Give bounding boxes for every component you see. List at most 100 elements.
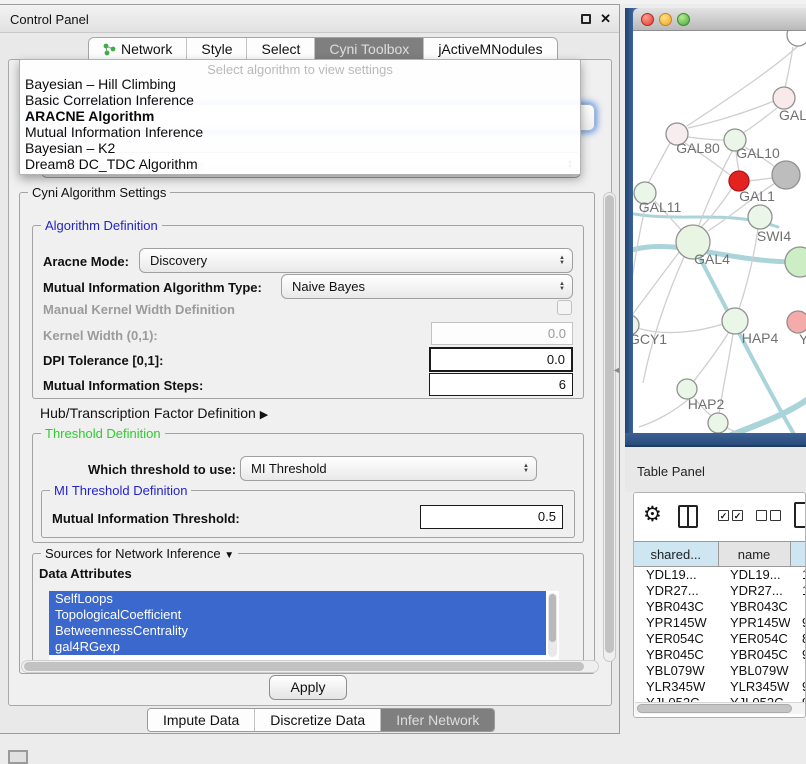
table-toolbar: ⚙ ✓✓ [634,493,805,541]
table-cell[interactable]: YDR27... [634,583,718,599]
sources-toggle[interactable]: Sources for Network Inference ▼ [41,546,238,561]
table-cell[interactable]: YER054C [634,631,718,647]
table-row[interactable]: YBR045CYBR045C9. [634,647,806,663]
algorithm-option[interactable]: Basic Correlation Inference [20,92,580,108]
network-window-titlebar[interactable] [633,8,806,31]
attribute-item[interactable]: TopologicalCoefficient [49,607,546,623]
tab-cyni-toolbox[interactable]: Cyni Toolbox [315,38,424,60]
table-cell[interactable]: 13 [790,567,806,583]
table-row[interactable]: YBL079WYBL079W [634,663,806,679]
tab-impute-data[interactable]: Impute Data [148,709,255,731]
table-cell[interactable]: YBR043C [718,599,790,615]
checked-box-icon: ✓ [732,510,743,521]
algorithm-option[interactable]: ARACNE Algorithm [20,108,580,124]
attributes-list-scrollbar[interactable] [548,593,557,657]
tab-discretize-data[interactable]: Discretize Data [255,709,381,731]
gear-icon[interactable]: ⚙ [643,502,662,527]
tab-infer-network[interactable]: Infer Network [381,709,494,731]
table-cell[interactable]: 12 [790,583,806,599]
table-cell[interactable]: YPR145W [634,615,718,631]
restore-icon[interactable] [581,14,591,24]
table-cell[interactable]: YDL19... [634,567,718,583]
algorithm-option[interactable]: Bayesian – Hill Climbing [20,76,580,92]
tab-style[interactable]: Style [187,38,247,60]
tab-select[interactable]: Select [247,38,315,60]
network-node-y[interactable] [787,311,806,333]
split-columns-icon[interactable] [678,505,698,528]
table-cell[interactable]: YDL19... [718,567,790,583]
table-cell[interactable]: YBR045C [634,647,718,663]
network-icon [103,43,116,56]
dpi-tolerance-field[interactable]: 0.0 [429,347,573,372]
panel-resize-handle[interactable]: ◄ [612,365,621,375]
settings-horizontal-scrollbar[interactable] [21,660,599,673]
table-row[interactable]: YER054CYER054C8. [634,631,806,647]
network-canvas[interactable]: GAL8GAL80GAL10GAL1GAL11SWI4GAL4GCY1HAP4Y… [633,31,806,433]
close-traffic-light[interactable] [641,13,654,26]
hub-definition-toggle[interactable]: Hub/Transcription Factor Definition ▶ [40,405,268,421]
tab-label: Select [261,41,300,57]
table-cell[interactable]: YDR27... [718,583,790,599]
tab-jactivemnodules[interactable]: jActiveMNodules [424,38,556,60]
settings-vertical-scrollbar[interactable] [603,192,616,662]
manual-kernel-checkbox[interactable] [557,300,572,315]
network-node[interactable] [772,161,800,189]
table-cell[interactable]: YLR345W [634,679,718,695]
deselect-all-checkboxes-icon[interactable] [756,510,781,521]
attribute-item[interactable]: BetweennessCentrality [49,623,546,639]
table-cell[interactable]: 9. [790,679,806,695]
algorithm-option[interactable]: Bayesian – K2 [20,140,580,156]
table-row[interactable]: YBR043CYBR043C [634,599,806,615]
scrollbar-thumb[interactable] [24,662,584,671]
algorithm-option[interactable]: Mutual Information Inference [20,124,580,140]
algorithm-option[interactable]: Dream8 DC_TDC Algorithm [20,156,580,172]
manual-kernel-label: Manual Kernel Width Definition [43,302,235,317]
apply-button[interactable]: Apply [269,675,347,700]
table-cell[interactable]: YBL079W [718,663,790,679]
zoom-traffic-light[interactable] [677,13,690,26]
table-panel-title: Table Panel [637,464,705,479]
attribute-item[interactable]: SelfLoops [49,591,546,607]
table-horizontal-scrollbar[interactable] [635,702,806,714]
table-cell[interactable]: 8. [790,631,806,647]
table-row[interactable]: YDL19...YDL19...13 [634,567,806,583]
scrollbar-thumb[interactable] [549,594,556,642]
network-edge [633,251,680,319]
table-cell[interactable]: 9. [790,647,806,663]
kernel-width-field[interactable]: 0.0 [431,322,573,345]
table-cell[interactable]: 9. [790,615,806,631]
table-cell[interactable]: YBR043C [634,599,718,615]
table-cell[interactable]: YLR345W [718,679,790,695]
column-header-shared...[interactable]: shared... [634,542,718,567]
network-node-swi4[interactable] [748,205,772,229]
select-all-checkboxes-icon[interactable]: ✓✓ [718,510,743,521]
table-cell[interactable] [790,663,806,679]
close-icon[interactable]: ✕ [600,11,611,27]
attribute-item[interactable]: gal4RGexp [49,639,546,655]
table-cell[interactable]: YER054C [718,631,790,647]
table-row[interactable]: YPR145WYPR145W9. [634,615,806,631]
mi-steps-field[interactable]: 6 [429,373,573,396]
table-cell[interactable]: YBL079W [634,663,718,679]
scrollbar-thumb[interactable] [637,704,792,713]
tab-network[interactable]: Network [89,38,187,60]
column-header-name[interactable]: name [718,542,790,567]
network-node[interactable] [785,247,806,277]
scrollbar-thumb[interactable] [605,195,614,653]
mi-threshold-field[interactable]: 0.5 [420,505,563,529]
network-node[interactable] [708,413,728,433]
mi-type-combo[interactable]: Naive Bayes ▲▼ [281,274,573,299]
aracne-mode-combo[interactable]: Discovery ▲▼ [139,248,573,273]
network-node[interactable] [787,31,806,46]
network-node-gal8[interactable] [773,87,795,109]
document-icon[interactable] [794,502,806,528]
minimize-traffic-light[interactable] [659,13,672,26]
column-header-extra[interactable] [790,542,806,567]
table-row[interactable]: YLR345WYLR345W9. [634,679,806,695]
table-cell[interactable]: YPR145W [718,615,790,631]
table-row[interactable]: YDR27...YDR27...12 [634,583,806,599]
network-edge [643,257,684,383]
table-cell[interactable] [790,599,806,615]
which-threshold-combo[interactable]: MI Threshold ▲▼ [240,456,537,481]
table-cell[interactable]: YBR045C [718,647,790,663]
